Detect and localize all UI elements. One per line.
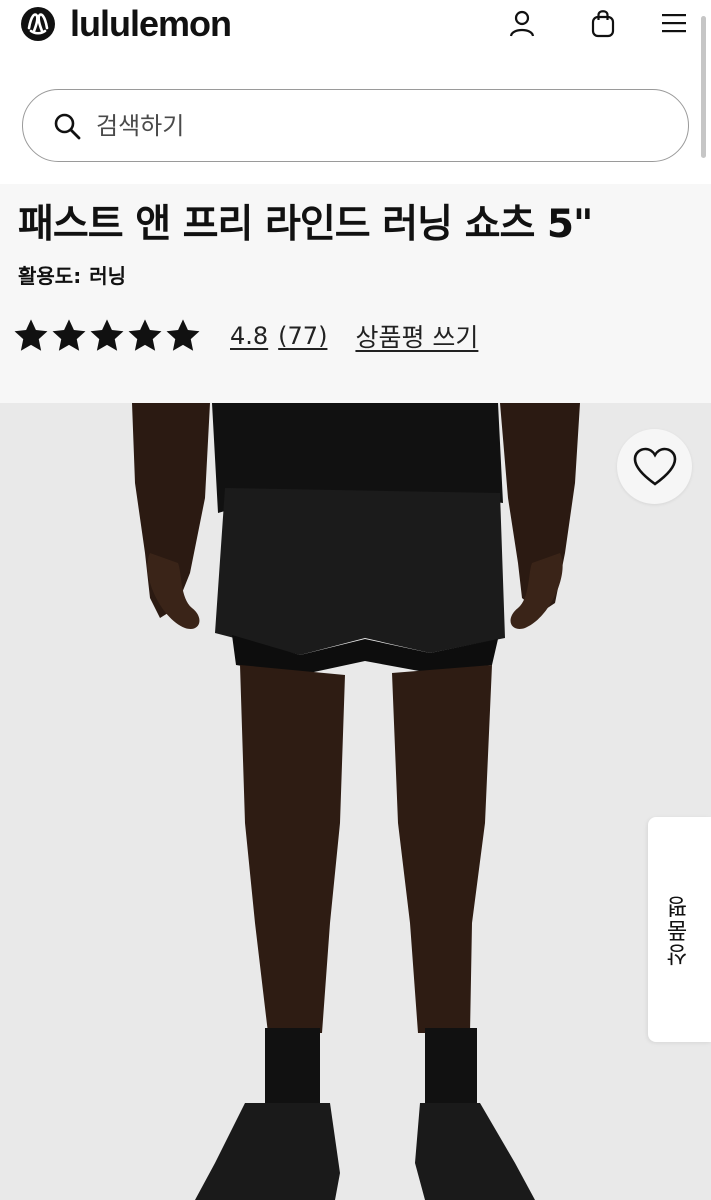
site-header: lululemon — [0, 0, 711, 60]
account-icon[interactable] — [505, 6, 539, 40]
rating-row: 4.8 (77) 상품평 쓰기 — [12, 316, 478, 356]
star-icon — [14, 319, 48, 351]
star-icon — [128, 319, 162, 351]
search-bar[interactable] — [22, 89, 689, 162]
rating-link[interactable]: 4.8 (77) — [230, 322, 327, 350]
brand-name: lululemon — [70, 3, 232, 44]
reviews-side-tab[interactable]: 상품평 — [648, 817, 711, 1042]
search-icon — [52, 111, 82, 141]
product-title: 패스트 앤 프리 라인드 러닝 쇼츠 5" — [18, 202, 593, 247]
rating-value: 4.8 — [230, 322, 269, 350]
activity-value: 러닝 — [89, 264, 127, 288]
product-activity: 활용도: 러닝 — [18, 260, 126, 289]
page-scrollbar[interactable] — [701, 16, 706, 158]
heart-icon — [633, 447, 676, 486]
star-icon — [90, 319, 124, 351]
star-icon — [166, 319, 200, 351]
review-count: (77) — [278, 322, 328, 350]
menu-icon[interactable] — [657, 6, 691, 40]
brand-logo-link[interactable]: lululemon — [20, 3, 232, 44]
activity-label: 활용도: — [18, 264, 82, 288]
search-input[interactable] — [96, 111, 636, 140]
product-image-gallery[interactable]: 상품평 — [0, 403, 711, 1200]
product-info: 패스트 앤 프리 라인드 러닝 쇼츠 5" 활용도: 러닝 4.8 (77) 상… — [0, 184, 711, 403]
product-photo — [0, 403, 711, 1200]
shopping-bag-icon[interactable] — [586, 6, 620, 40]
rating-stars — [12, 317, 202, 355]
write-review-link[interactable]: 상품평 쓰기 — [355, 318, 478, 354]
wishlist-button[interactable] — [617, 429, 692, 504]
star-icon — [52, 319, 86, 351]
reviews-side-tab-label: 상품평 — [666, 893, 692, 966]
lululemon-logo-icon — [21, 7, 55, 41]
